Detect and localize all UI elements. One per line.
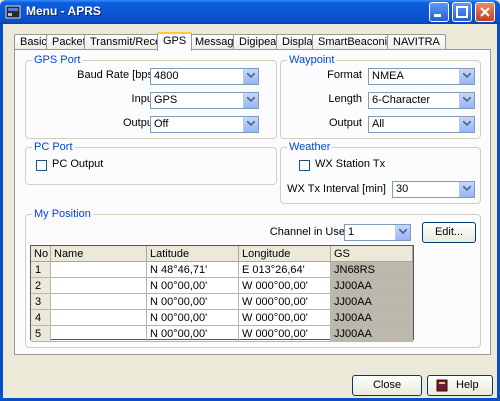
table-cell-lon[interactable]: W 000°00,00': [239, 310, 331, 326]
pc-port-legend: PC Port: [32, 141, 75, 153]
gps-output-select[interactable]: Off: [150, 116, 259, 133]
pc-output-label: PC Output: [52, 158, 104, 170]
weather-legend: Weather: [287, 141, 333, 153]
column-header-gs[interactable]: GS: [331, 246, 413, 262]
format-label: Format: [327, 69, 362, 81]
table-cell-lat[interactable]: N 48°46,71': [147, 262, 239, 278]
chevron-down-icon[interactable]: [243, 69, 258, 84]
length-value: 6-Character: [372, 94, 431, 106]
waypoint-output-label: Output: [328, 117, 362, 129]
close-icon: [480, 7, 490, 17]
channel-label: Channel in Use: [269, 226, 345, 238]
table-cell-lat[interactable]: N 00°00,00': [147, 294, 239, 310]
column-header-name[interactable]: Name: [51, 246, 147, 262]
channel-select[interactable]: 1: [344, 224, 411, 241]
table-cell-lon[interactable]: E 013°26,64': [239, 262, 331, 278]
length-select[interactable]: 6-Character: [368, 92, 475, 109]
wx-station-label: WX Station Tx: [315, 158, 386, 170]
length-label: Length: [328, 93, 362, 105]
table-cell-name[interactable]: [51, 310, 147, 326]
table-cell-name[interactable]: [51, 326, 147, 342]
close-button[interactable]: Close: [352, 375, 422, 396]
channel-value: 1: [348, 226, 355, 238]
table-cell-gs[interactable]: JJ00AA: [331, 278, 413, 294]
format-value: NMEA: [372, 70, 404, 82]
pc-output-checkbox[interactable]: [36, 160, 47, 171]
help-button[interactable]: Help: [427, 375, 493, 396]
table-cell-lat[interactable]: N 00°00,00': [147, 310, 239, 326]
input-value: GPS: [154, 94, 178, 106]
baud-rate-label: Baud Rate [bps]: [77, 69, 156, 81]
table-cell-name[interactable]: [51, 278, 147, 294]
table-cell-gs[interactable]: JN68RS: [331, 262, 413, 278]
chevron-down-icon[interactable]: [243, 93, 258, 108]
tab-gps[interactable]: GPS: [157, 32, 193, 51]
close-window-button[interactable]: [475, 2, 495, 22]
gps-port-legend: GPS Port: [32, 54, 83, 66]
input-select[interactable]: GPS: [150, 92, 259, 109]
my-position-legend: My Position: [32, 208, 93, 220]
waypoint-legend: Waypoint: [287, 54, 337, 66]
table-cell-gs[interactable]: JJ00AA: [331, 326, 413, 342]
table-cell-lon[interactable]: W 000°00,00': [239, 326, 331, 342]
help-book-icon: [436, 379, 448, 392]
table-cell-no: 3: [31, 294, 51, 310]
table-cell-lon[interactable]: W 000°00,00': [239, 294, 331, 310]
column-header-longitude[interactable]: Longitude: [239, 246, 331, 262]
maximize-button[interactable]: [452, 2, 472, 22]
table-cell-lat[interactable]: N 00°00,00': [147, 278, 239, 294]
minimize-button[interactable]: [429, 2, 449, 22]
waypoint-output-select[interactable]: All: [368, 116, 475, 133]
baud-rate-value: 4800: [154, 70, 179, 82]
table-cell-gs[interactable]: JJ00AA: [331, 294, 413, 310]
wx-interval-value: 30: [396, 183, 409, 195]
waypoint-output-value: All: [372, 118, 385, 130]
tab-navitra[interactable]: NAVITRA: [387, 34, 446, 50]
maximize-icon: [456, 6, 468, 18]
minimize-icon: [434, 14, 441, 17]
table-cell-lon[interactable]: W 000°00,00': [239, 278, 331, 294]
table-cell-name[interactable]: [51, 294, 147, 310]
chevron-down-icon[interactable]: [459, 69, 474, 84]
help-label: Help: [456, 379, 479, 391]
baud-rate-select[interactable]: 4800: [150, 68, 259, 85]
table-cell-no: 2: [31, 278, 51, 294]
column-header-no[interactable]: No: [31, 246, 51, 262]
chevron-down-icon[interactable]: [459, 93, 474, 108]
weather-group: Weather WX Station Tx WX Tx Interval [mi…: [280, 141, 481, 204]
table-cell-no: 4: [31, 310, 51, 326]
title-bar: Menu - APRS: [0, 0, 500, 24]
chevron-down-icon[interactable]: [395, 225, 410, 240]
edit-button[interactable]: Edit...: [422, 222, 476, 243]
gps-output-value: Off: [154, 118, 169, 130]
table-cell-no: 5: [31, 326, 51, 342]
pc-port-group: PC Port PC Output: [25, 141, 277, 185]
gps-port-group: GPS Port Baud Rate [bps] 4800 Input GPS …: [25, 54, 277, 139]
table-cell-lat[interactable]: N 00°00,00': [147, 326, 239, 342]
window-frame-left: [0, 24, 3, 401]
app-icon[interactable]: [5, 4, 21, 20]
position-table: No Name Latitude Longitude GS 1 N 48°46,71' E 0…: [30, 245, 414, 342]
waypoint-group: Waypoint Format NMEA Length 6-Character …: [280, 54, 481, 139]
chevron-down-icon[interactable]: [243, 117, 258, 132]
table-cell-gs[interactable]: JJ00AA: [331, 310, 413, 326]
wx-interval-label: WX Tx Interval [min]: [287, 183, 386, 195]
column-header-latitude[interactable]: Latitude: [147, 246, 239, 262]
wx-station-checkbox[interactable]: [299, 160, 310, 171]
chevron-down-icon[interactable]: [459, 182, 474, 197]
table-cell-no: 1: [31, 262, 51, 278]
table-cell-name[interactable]: [51, 262, 147, 278]
chevron-down-icon[interactable]: [459, 117, 474, 132]
wx-interval-select[interactable]: 30: [392, 181, 475, 198]
format-select[interactable]: NMEA: [368, 68, 475, 85]
window-title: Menu - APRS: [26, 4, 101, 18]
